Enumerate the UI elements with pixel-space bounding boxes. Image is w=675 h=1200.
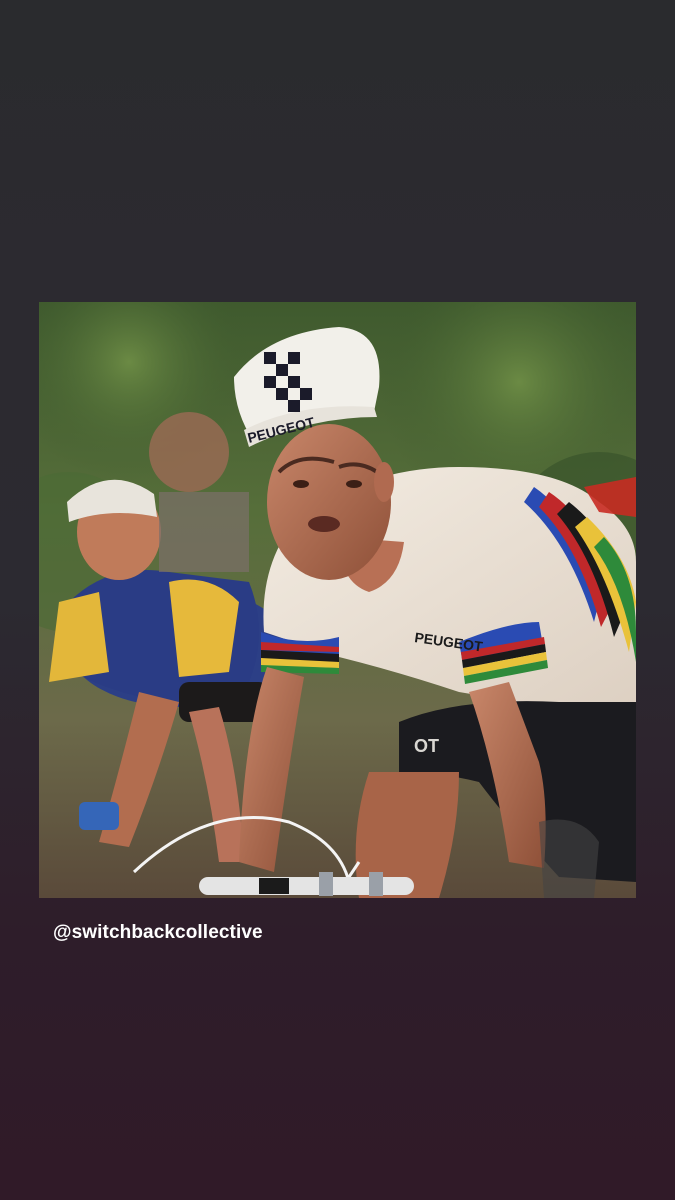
cyclist-photo: PEUGEOT OT PEUGEOT [39,302,636,898]
story-view: PEUGEOT OT PEUGEOT @switchbackcollective [0,0,675,1200]
mention-handle[interactable]: @switchbackcollective [53,922,263,944]
story-photo: PEUGEOT OT PEUGEOT [39,302,636,898]
shorts-logo: OT [414,736,439,756]
